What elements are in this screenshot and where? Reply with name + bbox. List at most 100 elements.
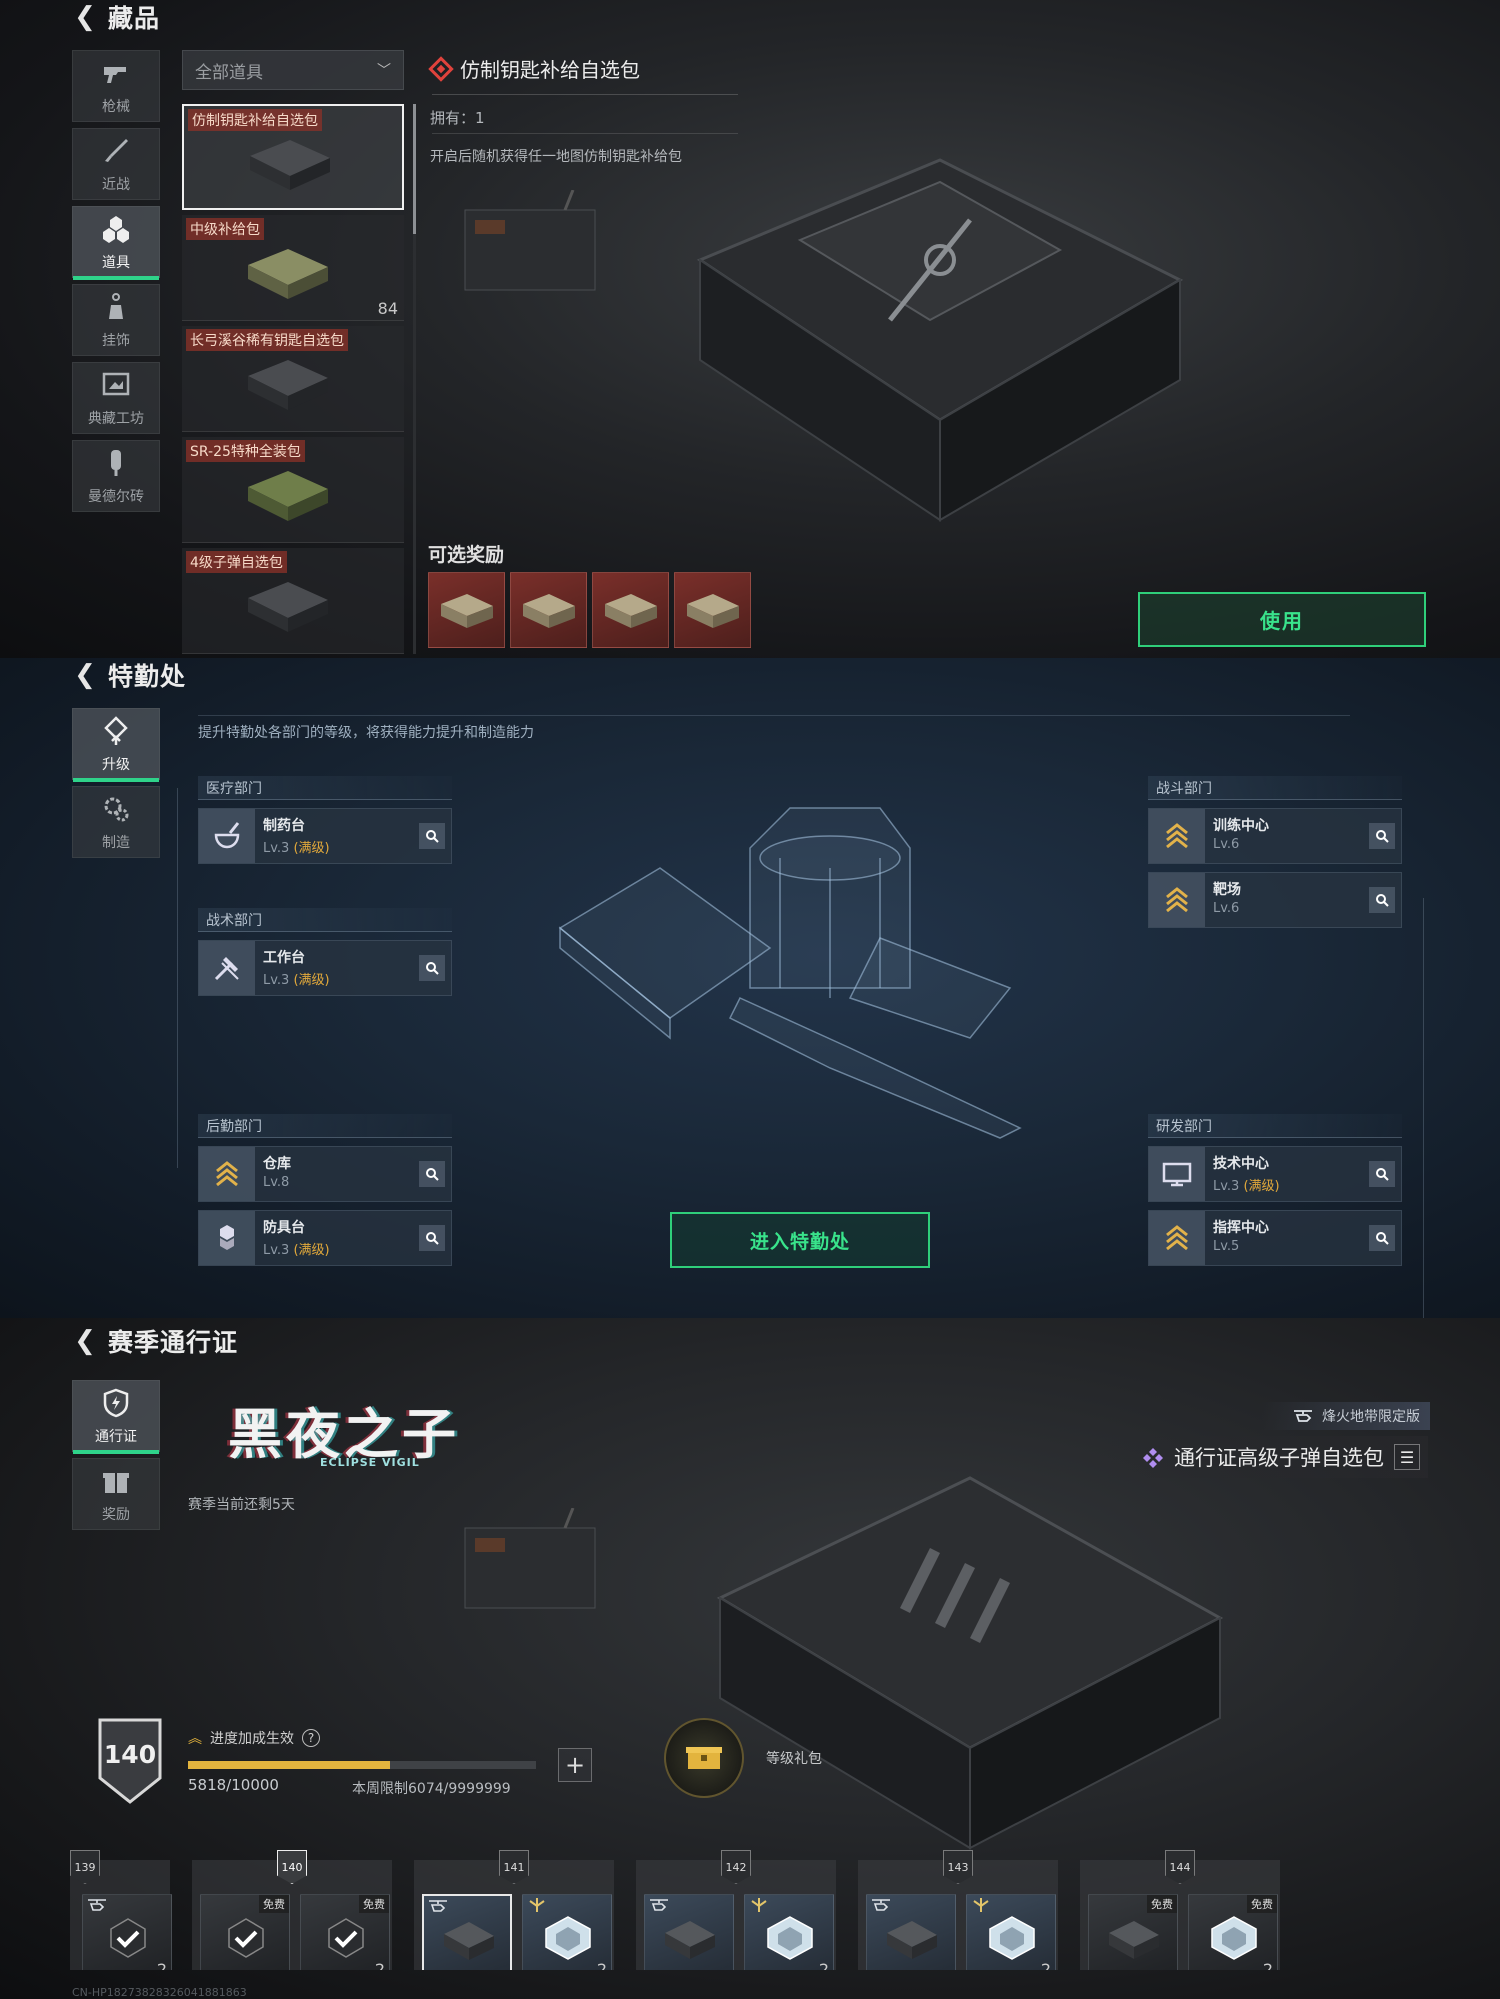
- search-icon[interactable]: [419, 1225, 445, 1251]
- check-icon: [328, 1918, 364, 1958]
- gun-icon: [100, 57, 132, 93]
- tactical-icon: [973, 1898, 989, 1912]
- item-name: 长弓溪谷稀有钥匙自选包: [186, 329, 348, 351]
- reward-count: 2: [1040, 1960, 1051, 1970]
- list-item[interactable]: 中级补给包 84: [182, 215, 404, 321]
- shield-bolt-icon: [100, 1387, 132, 1423]
- edition-text: 烽火地带限定版: [1322, 1409, 1420, 1425]
- facility-workbench[interactable]: 工作台 Lv.3 (满级): [198, 940, 452, 996]
- nav-item-items[interactable]: 道具: [72, 206, 160, 280]
- pass-header: ❮ 赛季通行证: [72, 1324, 238, 1358]
- nav-item-upgrade[interactable]: 升级: [72, 708, 160, 782]
- list-icon[interactable]: ☰: [1394, 1444, 1420, 1470]
- facility-armor-bench[interactable]: 防具台 Lv.3 (满级): [198, 1210, 452, 1266]
- boost-text: 进度加成生效: [210, 1731, 294, 1747]
- search-icon[interactable]: [1369, 1225, 1395, 1251]
- use-button[interactable]: 使用: [1138, 592, 1426, 647]
- search-icon[interactable]: [419, 955, 445, 981]
- nav-label: 枪械: [102, 98, 130, 115]
- search-icon[interactable]: [419, 823, 445, 849]
- search-icon[interactable]: [1369, 1161, 1395, 1187]
- facility-level: Lv.5: [1213, 1239, 1393, 1254]
- rank-chevron-icon: [1149, 1211, 1205, 1265]
- facility-command-center[interactable]: 指挥中心 Lv.5: [1148, 1210, 1402, 1266]
- reward-slot[interactable]: 免费: [1088, 1894, 1178, 1970]
- level-gift-button[interactable]: [664, 1718, 744, 1798]
- helicopter-icon: [650, 1899, 668, 1911]
- search-icon[interactable]: [419, 1161, 445, 1187]
- item-filter-dropdown[interactable]: 全部道具 ﹀: [182, 50, 404, 90]
- reward-option[interactable]: [510, 572, 587, 648]
- season-pass-panel: ❮ 赛季通行证 通行证 奖励 黑夜之子 ECLIPSE VIGIL 赛季当前还剩…: [0, 1318, 1500, 1999]
- reward-option[interactable]: [428, 572, 505, 648]
- dept-title: 后勤部门: [198, 1114, 452, 1138]
- item-count: 84: [377, 299, 398, 318]
- back-arrow-icon[interactable]: ❮: [72, 2, 98, 32]
- reward-slot[interactable]: 免费 2: [300, 1894, 390, 1970]
- dark-crate-icon: [248, 360, 328, 410]
- reward-slot[interactable]: [866, 1894, 956, 1970]
- check-icon: [110, 1918, 146, 1958]
- reward-slot[interactable]: 2: [744, 1894, 834, 1970]
- hammer-icon: [199, 941, 255, 995]
- nav-item-brick[interactable]: 曼德尔砖: [72, 440, 160, 512]
- reward-slot[interactable]: 2: [82, 1894, 172, 1970]
- search-icon[interactable]: [1369, 887, 1395, 913]
- nav-item-pass[interactable]: 通行证: [72, 1380, 160, 1454]
- max-level-tag: (满级): [293, 973, 330, 988]
- reward-option[interactable]: [674, 572, 751, 648]
- reward-slot[interactable]: [422, 1894, 512, 1970]
- add-progress-button[interactable]: +: [558, 1748, 592, 1782]
- gift-icon: [100, 1465, 132, 1501]
- nav-item-workshop[interactable]: 典藏工坊: [72, 362, 160, 434]
- crate-icon: [887, 1921, 937, 1959]
- reward-slot[interactable]: 免费: [200, 1894, 290, 1970]
- reward-slot[interactable]: 2: [966, 1894, 1056, 1970]
- crate-icon: [444, 1922, 494, 1960]
- reward-slot[interactable]: [644, 1894, 734, 1970]
- knife-icon: [100, 135, 132, 171]
- nav-label: 曼德尔砖: [88, 488, 144, 505]
- nav-item-rewards[interactable]: 奖励: [72, 1458, 160, 1530]
- level-value: Lv.3: [263, 973, 290, 988]
- list-item[interactable]: 仿制钥匙补给自选包: [182, 104, 404, 210]
- free-tag: 免费: [1247, 1895, 1277, 1913]
- facility-tech-center[interactable]: 技术中心 Lv.3 (满级): [1148, 1146, 1402, 1202]
- enter-agency-button[interactable]: 进入特勤处: [670, 1212, 930, 1268]
- reward-slot[interactable]: 免费 2: [1188, 1894, 1278, 1970]
- nav-item-craft[interactable]: 制造: [72, 786, 160, 858]
- divider: [432, 94, 738, 95]
- divider: [432, 133, 738, 134]
- search-icon[interactable]: [1369, 823, 1395, 849]
- facility-shooting-range[interactable]: 靶场 Lv.6: [1148, 872, 1402, 928]
- reward-count: 2: [374, 1960, 385, 1970]
- facility-warehouse[interactable]: 仓库 Lv.8: [198, 1146, 452, 1202]
- track-level-143: 143 2: [858, 1850, 1058, 1970]
- facility-pharmacy[interactable]: 制药台 Lv.3 (满级): [198, 808, 452, 864]
- dark-crate-icon: [250, 140, 330, 190]
- card-pack-icon: [1211, 1916, 1257, 1960]
- facility-training-center[interactable]: 训练中心 Lv.6: [1148, 808, 1402, 864]
- item-name: 中级补给包: [186, 218, 264, 240]
- edition-badge: 烽火地带限定版: [1262, 1402, 1430, 1430]
- reward-option[interactable]: [592, 572, 669, 648]
- nav-item-charms[interactable]: 挂饰: [72, 284, 160, 356]
- level-value: Lv.6: [1213, 901, 1240, 916]
- nav-label: 奖励: [102, 1506, 130, 1523]
- divider: [1423, 898, 1424, 1318]
- nav-label: 近战: [102, 176, 130, 193]
- list-item[interactable]: 4级子弹自选包: [182, 548, 404, 654]
- list-item[interactable]: SR-25特种全装包: [182, 437, 404, 543]
- nav-item-melee[interactable]: 近战: [72, 128, 160, 200]
- agency-nav: 升级 制造: [72, 708, 160, 864]
- back-arrow-icon[interactable]: ❮: [72, 660, 98, 690]
- help-icon[interactable]: ?: [302, 1729, 320, 1747]
- facility-level: Lv.3 (满级): [263, 969, 443, 988]
- list-scrollbar[interactable]: [413, 104, 416, 234]
- list-item[interactable]: 长弓溪谷稀有钥匙自选包: [182, 326, 404, 432]
- owned-count: 拥有：1: [430, 109, 485, 127]
- back-arrow-icon[interactable]: ❮: [72, 1326, 98, 1356]
- crate-icon: [440, 594, 493, 628]
- reward-slot[interactable]: 2: [522, 1894, 612, 1970]
- nav-item-guns[interactable]: 枪械: [72, 50, 160, 122]
